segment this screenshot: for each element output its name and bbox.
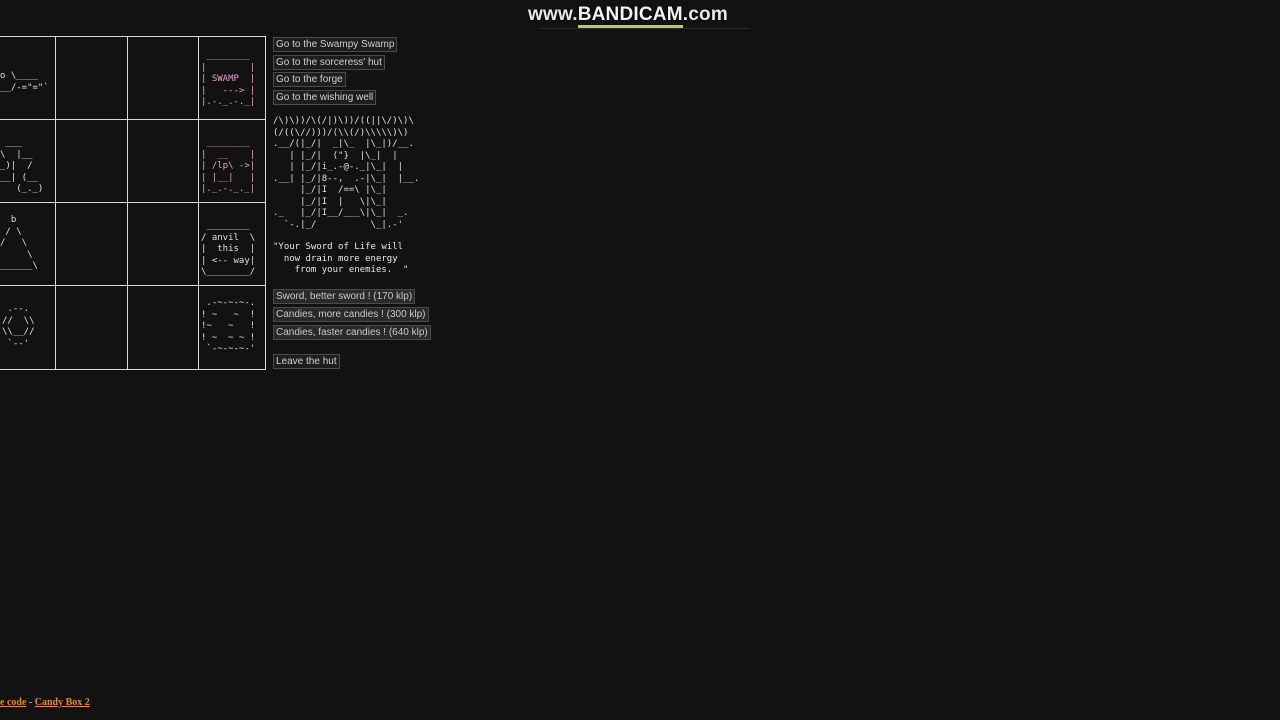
go-well-button[interactable]: Go to the wishing well <box>273 90 377 105</box>
sorceress-hut-art: /\)\))/\(/|)\))/((||\/)\)\ (/((\//)))/(\… <box>273 116 420 230</box>
go-forge-button[interactable]: Go to the forge <box>273 72 346 87</box>
map-cell[interactable] <box>128 286 199 370</box>
map-cell[interactable] <box>56 203 128 286</box>
candy-box-link[interactable]: Candy Box 2 <box>35 697 90 708</box>
map-cell-art: o \____ __/-="="` <box>0 71 49 93</box>
map-cell-forge[interactable]: ________ / anvil \ | this | | <-- way| \… <box>199 203 265 286</box>
map-cell[interactable]: .--. // \\ \\__// `--' <box>0 286 56 370</box>
map-cell-art: b / \ / \ \ ______\ <box>0 215 38 271</box>
go-swamp-button[interactable]: Go to the Swampy Swamp <box>273 37 398 52</box>
watermark-mid: BANDICAM <box>577 4 683 28</box>
map-cell[interactable] <box>56 37 128 120</box>
map-cell[interactable] <box>128 120 199 203</box>
sorceress-quote: "Your Sword of Life will now drain more … <box>273 242 409 275</box>
map-cell-well[interactable]: .-~-~-~-. ! ~ ~ ! !~ ~ ! ! ~ ~ ~ ! `-~-~… <box>199 286 265 370</box>
footer-separator: - <box>26 697 35 708</box>
swamp-sign-art: ________ | | | SWAMP | | ---> | |.-._.-.… <box>201 51 256 107</box>
buy-faster-candies-button[interactable]: Candies, faster candies ! (640 klp) <box>273 325 431 340</box>
map-cell-swamp[interactable]: ________ | | | SWAMP | | ---> | |.-._.-.… <box>199 37 265 120</box>
watermark-prefix: www. <box>528 4 578 25</box>
map-cell-art: .--. // \\ \\__// `--' <box>2 304 35 349</box>
map-cell[interactable]: o \____ __/-="="` <box>0 37 56 120</box>
footer: e code - Candy Box 2 <box>0 697 90 708</box>
map-cell[interactable] <box>56 120 128 203</box>
watermark-underline <box>540 28 750 29</box>
map-cell[interactable] <box>128 37 199 120</box>
anvil-sign-art: ________ / anvil \ | this | | <-- way| \… <box>201 221 256 277</box>
go-hut-button[interactable]: Go to the sorceress' hut <box>273 55 385 70</box>
source-code-link[interactable]: e code <box>0 697 26 708</box>
hut-sign-art: ________ | __ | | /lp\ ->| | |__| | |._.… <box>201 138 256 194</box>
map-cell[interactable] <box>128 203 199 286</box>
wishing-well-art: .-~-~-~-. ! ~ ~ ! !~ ~ ! ! ~ ~ ~ ! `-~-~… <box>201 298 256 354</box>
map-cell[interactable]: b / \ / \ \ ______\ <box>0 203 56 286</box>
map-grid: o \____ __/-="="` ________ | | | SWAMP |… <box>0 36 266 370</box>
buy-sword-button[interactable]: Sword, better sword ! (170 klp) <box>273 289 416 304</box>
bandicam-watermark: www.BANDICAM.com <box>528 4 750 28</box>
map-cell-hut[interactable]: ________ | __ | | /lp\ ->| | |__| | |._.… <box>199 120 265 203</box>
watermark-suffix: .com <box>682 4 728 25</box>
map-cell[interactable]: ___ \ |__ _)| / __| (__ (_._) <box>0 120 56 203</box>
map-cell-art: ___ \ |__ _)| / __| (__ (_._) <box>0 138 44 194</box>
buy-more-candies-button[interactable]: Candies, more candies ! (300 klp) <box>273 307 429 322</box>
leave-hut-button[interactable]: Leave the hut <box>273 354 340 369</box>
map-cell[interactable] <box>56 286 128 370</box>
